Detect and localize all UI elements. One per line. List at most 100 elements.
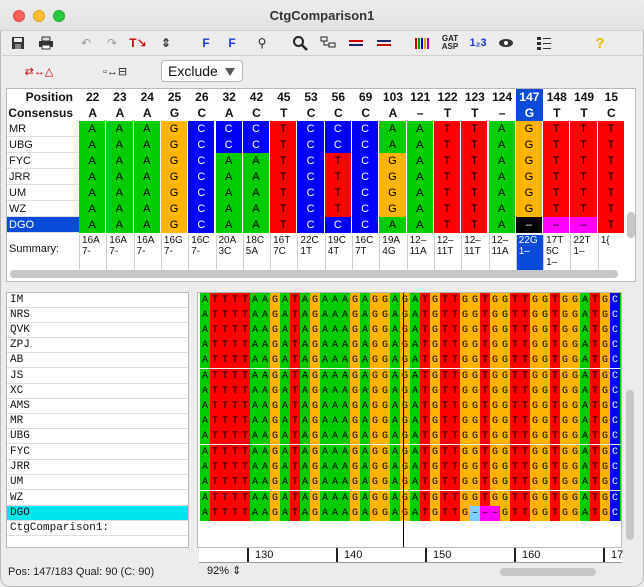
sequence-base[interactable]: T [590, 323, 600, 338]
trace-icon[interactable] [412, 34, 432, 52]
sequence-base[interactable]: – [480, 506, 490, 521]
sequence-base[interactable]: A [580, 475, 590, 490]
redo-icon[interactable]: ↷ [102, 34, 122, 52]
sequence-base[interactable]: G [540, 293, 550, 308]
sequence-base[interactable]: A [250, 460, 260, 475]
sequence-base[interactable]: A [330, 384, 340, 399]
sequence-base[interactable]: G [460, 384, 470, 399]
sequence-base[interactable]: G [470, 429, 480, 444]
base-cell[interactable]: C [297, 217, 325, 233]
sequence-base[interactable]: G [370, 506, 380, 521]
sequence-base[interactable]: G [270, 475, 280, 490]
sequence-base[interactable]: T [230, 414, 240, 429]
base-cell[interactable]: T [570, 153, 598, 169]
sequence-base[interactable]: T [550, 293, 560, 308]
sequence-base[interactable]: A [330, 414, 340, 429]
sequence-base[interactable]: G [600, 506, 610, 521]
sequence-base[interactable]: G [370, 475, 380, 490]
sequence-base[interactable]: T [210, 293, 220, 308]
base-cell[interactable]: T [543, 137, 571, 153]
sequence-base[interactable]: G [350, 399, 360, 414]
sequence-base[interactable]: T [290, 491, 300, 506]
sequence-base[interactable]: A [580, 399, 590, 414]
sequence-base[interactable]: A [300, 491, 310, 506]
base-cell[interactable]: A [106, 185, 134, 201]
sequence-base[interactable]: A [280, 338, 290, 353]
sequence-base[interactable]: A [620, 293, 621, 308]
sequence-base[interactable]: C [610, 308, 620, 323]
sequence-base[interactable]: G [460, 308, 470, 323]
sequence-base[interactable]: T [220, 308, 230, 323]
sequence-base[interactable]: C [610, 429, 620, 444]
sequence-base[interactable]: G [430, 353, 440, 368]
base-cell[interactable]: C [352, 217, 380, 233]
sequence-base[interactable]: G [530, 338, 540, 353]
sequence-base[interactable]: G [600, 445, 610, 460]
sequence-base[interactable]: A [580, 353, 590, 368]
sequence-base[interactable]: G [540, 384, 550, 399]
position-number[interactable]: 22 [79, 89, 106, 105]
sequence-base[interactable]: A [300, 460, 310, 475]
sequence-base[interactable]: G [310, 338, 320, 353]
base-cell[interactable]: T [433, 169, 462, 185]
sequence-base[interactable]: G [400, 353, 410, 368]
sequence-base[interactable]: G [430, 338, 440, 353]
sequence-base[interactable]: T [230, 323, 240, 338]
sequence-base[interactable]: A [280, 491, 290, 506]
sequence-base[interactable]: G [370, 429, 380, 444]
sequence-base[interactable]: G [430, 506, 440, 521]
sequence-base[interactable]: T [210, 338, 220, 353]
sequence-base[interactable]: G [350, 353, 360, 368]
sequence-base[interactable]: G [470, 460, 480, 475]
sequence-base[interactable]: A [250, 429, 260, 444]
sequence-base[interactable]: A [200, 414, 210, 429]
sequence-base[interactable]: G [600, 399, 610, 414]
sequence-base[interactable]: G [500, 460, 510, 475]
sequence-base[interactable]: A [300, 369, 310, 384]
base-cell[interactable]: T [461, 169, 489, 185]
position-number[interactable]: 103 [379, 89, 406, 105]
base-cell[interactable]: T [461, 153, 489, 169]
translate-icon[interactable]: GAT ASP [440, 34, 460, 52]
sequence-base[interactable]: T [230, 384, 240, 399]
bottom-vertical-scrollbar[interactable] [626, 390, 634, 540]
sequence-base[interactable]: T [480, 338, 490, 353]
sequence-base[interactable]: G [400, 323, 410, 338]
base-cell[interactable]: C [188, 201, 216, 217]
sequence-base[interactable]: G [270, 384, 280, 399]
sequence-base[interactable]: G [380, 384, 390, 399]
sequence-base[interactable]: A [250, 293, 260, 308]
sequence-base[interactable]: T [510, 369, 520, 384]
sequence-base[interactable]: G [500, 475, 510, 490]
sequence-base[interactable]: G [380, 429, 390, 444]
sequence-base[interactable]: T [440, 460, 450, 475]
base-cell[interactable]: C [297, 121, 325, 137]
sequence-base[interactable]: G [570, 475, 580, 490]
sequence-base[interactable]: A [410, 506, 420, 521]
sequence-base[interactable]: T [290, 506, 300, 521]
bottom-horizontal-scrollbar[interactable] [500, 568, 596, 576]
sequence-base[interactable]: G [400, 506, 410, 521]
sequence-base[interactable]: A [280, 429, 290, 444]
sequence-base[interactable]: A [300, 308, 310, 323]
sequence-base[interactable]: G [560, 384, 570, 399]
row-name[interactable]: UBG [7, 137, 79, 153]
position-number[interactable]: 121 [407, 89, 434, 105]
sequence-base[interactable]: G [570, 445, 580, 460]
base-cell[interactable]: G [160, 201, 189, 217]
position-number[interactable]: 53 [297, 89, 324, 105]
sequence-base[interactable]: A [250, 353, 260, 368]
sequence-base[interactable]: T [220, 369, 230, 384]
sequence-base[interactable]: A [260, 293, 270, 308]
sequence-base[interactable]: G [460, 460, 470, 475]
base-cell[interactable]: A [133, 137, 161, 153]
sequence-base[interactable]: A [260, 491, 270, 506]
sequence-base[interactable]: G [570, 293, 580, 308]
sequence-base[interactable]: A [360, 506, 370, 521]
base-cell[interactable]: T [270, 121, 298, 137]
sequence-base[interactable]: G [570, 506, 580, 521]
sequence-base[interactable]: G [530, 414, 540, 429]
sequence-base[interactable]: G [350, 338, 360, 353]
sequence-base[interactable]: T [420, 445, 430, 460]
sequence-base[interactable]: A [390, 491, 400, 506]
